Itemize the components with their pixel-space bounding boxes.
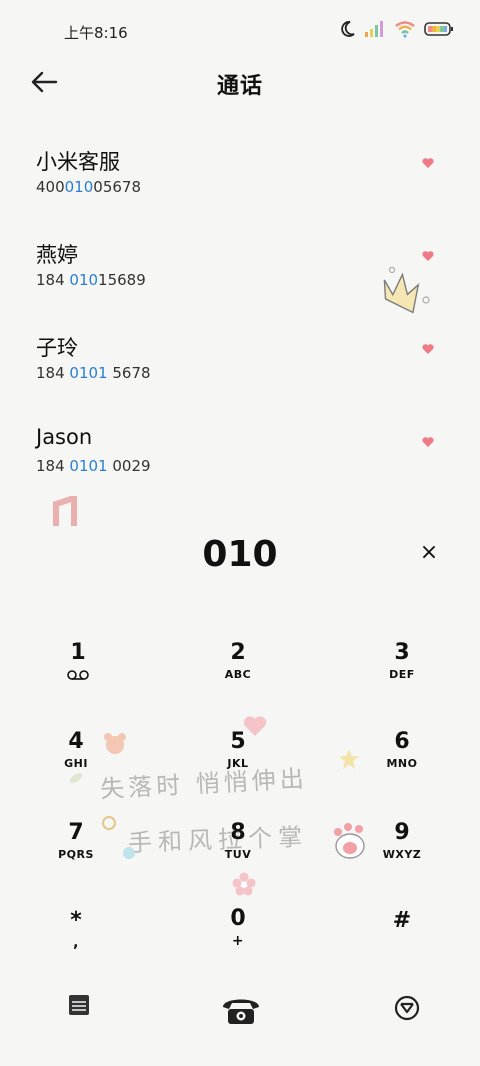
key-letters: WXYZ xyxy=(382,848,422,861)
status-time: 上午8:16 xyxy=(64,24,128,42)
telephone-icon[interactable] xyxy=(220,995,262,1025)
key-letters: PQRS xyxy=(58,848,94,861)
key-letters: ABC xyxy=(224,668,252,681)
heart-icon xyxy=(422,158,434,168)
key-9[interactable]: 9 WXYZ xyxy=(342,820,462,890)
key-star[interactable]: * , xyxy=(16,908,136,978)
wifi-icon xyxy=(395,21,415,38)
key-8[interactable]: 8 TUV xyxy=(178,820,298,890)
key-5[interactable]: 5 JKL xyxy=(178,729,298,799)
page-title: 通话 xyxy=(216,74,263,99)
key-7[interactable]: 7 PQRS xyxy=(16,820,136,890)
key-digit: 5 xyxy=(230,729,246,754)
key-digit: 1 xyxy=(70,640,86,665)
key-6[interactable]: 6 MNO xyxy=(342,729,462,799)
key-digit: 8 xyxy=(230,820,246,845)
contact-name: 子玲 xyxy=(36,336,78,360)
heart-icon xyxy=(422,344,434,354)
hide-keypad-icon[interactable] xyxy=(394,995,420,1021)
moon-icon xyxy=(341,21,355,37)
heart-icon xyxy=(422,251,434,261)
key-letters: + xyxy=(231,933,245,949)
dialed-number-display: 010 × xyxy=(0,530,480,580)
contact-number: 40001005678 xyxy=(36,178,141,196)
key-hash[interactable]: # xyxy=(342,908,462,978)
key-letters: JKL xyxy=(227,757,249,770)
contact-item[interactable]: Jason 184 0101 0029 xyxy=(0,419,480,512)
clear-icon[interactable]: × xyxy=(418,542,440,564)
key-digit: 0 xyxy=(230,906,246,931)
key-4[interactable]: 4 GHI xyxy=(16,729,136,799)
contact-name: Jason xyxy=(36,425,93,449)
key-digit: 2 xyxy=(230,640,246,665)
key-letters: TUV xyxy=(224,848,252,861)
contact-item[interactable]: 子玲 184 0101 5678 xyxy=(0,326,480,419)
key-digit: 3 xyxy=(394,640,410,665)
key-1[interactable]: 1 xyxy=(18,640,138,710)
key-3[interactable]: 3 DEF xyxy=(342,640,462,710)
key-2[interactable]: 2 ABC xyxy=(178,640,298,710)
key-0[interactable]: 0 + xyxy=(178,906,298,976)
key-digit: 4 xyxy=(68,729,84,754)
signal-icon xyxy=(365,21,383,37)
app-bar: 通话 xyxy=(0,58,480,108)
key-digit: # xyxy=(392,908,412,933)
contact-item[interactable]: 小米客服 40001005678 xyxy=(0,140,480,233)
status-icons xyxy=(338,20,454,38)
dialpad-menu-icon[interactable] xyxy=(68,993,90,1017)
key-digit: 7 xyxy=(68,820,84,845)
key-letters: DEF xyxy=(389,668,415,681)
status-bar: 上午8:16 xyxy=(0,0,480,60)
contact-number: 184 01015689 xyxy=(36,271,146,289)
key-digit: 6 xyxy=(394,729,410,754)
contact-name: 小米客服 xyxy=(36,150,120,174)
battery-icon xyxy=(424,22,453,36)
key-digit: 9 xyxy=(394,820,410,845)
bottom-action-bar xyxy=(0,985,480,1035)
contact-number: 184 0101 5678 xyxy=(36,364,151,382)
contact-list: 小米客服 40001005678 燕婷 184 01015689 子玲 184 … xyxy=(0,140,480,512)
key-letters: MNO xyxy=(386,757,418,770)
contact-item[interactable]: 燕婷 184 01015689 xyxy=(0,233,480,326)
voicemail-icon xyxy=(67,670,89,680)
key-digit: * xyxy=(70,908,82,933)
key-letters: GHI xyxy=(64,757,88,770)
dialed-number: 010 xyxy=(202,534,278,575)
contact-name: 燕婷 xyxy=(36,243,78,267)
contact-number: 184 0101 0029 xyxy=(36,457,151,475)
key-letters: , xyxy=(73,935,79,951)
heart-icon xyxy=(422,437,434,447)
